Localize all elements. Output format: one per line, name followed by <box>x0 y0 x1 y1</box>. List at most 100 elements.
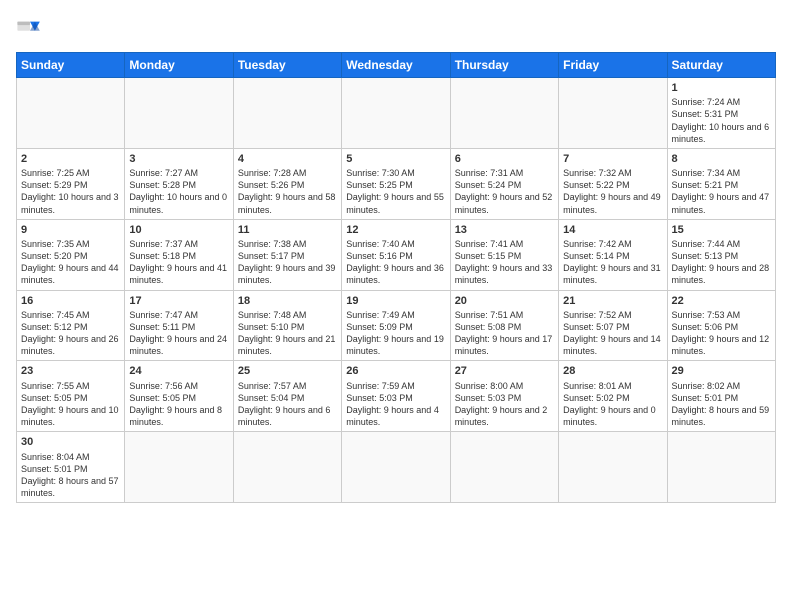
day-info: Sunrise: 7:49 AM Sunset: 5:09 PM Dayligh… <box>346 309 445 358</box>
day-cell <box>559 432 667 503</box>
day-number: 10 <box>129 223 228 237</box>
day-cell: 2Sunrise: 7:25 AM Sunset: 5:29 PM Daylig… <box>17 148 125 219</box>
logo <box>16 16 48 44</box>
logo-icon <box>16 16 44 44</box>
day-cell: 18Sunrise: 7:48 AM Sunset: 5:10 PM Dayli… <box>233 290 341 361</box>
day-number: 21 <box>563 294 662 308</box>
day-cell: 29 Sunrise: 8:02 AM Sunset: 5:01 PM Dayli… <box>667 361 775 432</box>
day-cell: 22Sunrise: 7:53 AM Sunset: 5:06 PM Dayli… <box>667 290 775 361</box>
day-number: 18 <box>238 294 337 308</box>
day-cell <box>342 78 450 149</box>
day-number: 3 <box>129 152 228 166</box>
day-cell <box>559 78 667 149</box>
day-cell <box>342 432 450 503</box>
weekday-friday: Friday <box>559 53 667 78</box>
day-cell: 8Sunrise: 7:34 AM Sunset: 5:21 PM Daylig… <box>667 148 775 219</box>
page: SundayMondayTuesdayWednesdayThursdayFrid… <box>0 0 792 612</box>
day-info: Sunrise: 7:34 AM Sunset: 5:21 PM Dayligh… <box>672 167 771 216</box>
day-cell: 24 Sunrise: 7:56 AM Sunset: 5:05 PM Dayli… <box>125 361 233 432</box>
day-number: 17 <box>129 294 228 308</box>
day-info: Sunrise: 7:47 AM Sunset: 5:11 PM Dayligh… <box>129 309 228 358</box>
day-cell <box>450 432 558 503</box>
day-number: 4 <box>238 152 337 166</box>
day-number: 24 <box>129 364 228 378</box>
day-number: 11 <box>238 223 337 237</box>
day-cell <box>450 78 558 149</box>
day-number: 5 <box>346 152 445 166</box>
day-info: Sunrise: 7:31 AM Sunset: 5:24 PM Dayligh… <box>455 167 554 216</box>
day-info: Sunrise: 7:44 AM Sunset: 5:13 PM Dayligh… <box>672 238 771 287</box>
day-number: 8 <box>672 152 771 166</box>
day-cell <box>17 78 125 149</box>
day-info: Sunrise: 7:52 AM Sunset: 5:07 PM Dayligh… <box>563 309 662 358</box>
day-number: 9 <box>21 223 120 237</box>
day-number: 7 <box>563 152 662 166</box>
day-info: Sunrise: 7:28 AM Sunset: 5:26 PM Dayligh… <box>238 167 337 216</box>
day-number: 26 <box>346 364 445 378</box>
day-info: Sunrise: 7:32 AM Sunset: 5:22 PM Dayligh… <box>563 167 662 216</box>
day-number: 1 <box>672 81 771 95</box>
week-row-1: 1Sunrise: 7:24 AM Sunset: 5:31 PM Daylig… <box>17 78 776 149</box>
day-number: 23 <box>21 364 120 378</box>
day-number: 27 <box>455 364 554 378</box>
weekday-sunday: Sunday <box>17 53 125 78</box>
day-number: 29 <box>672 364 771 378</box>
day-number: 13 <box>455 223 554 237</box>
day-number: 28 <box>563 364 662 378</box>
day-number: 22 <box>672 294 771 308</box>
day-cell: 10Sunrise: 7:37 AM Sunset: 5:18 PM Dayli… <box>125 219 233 290</box>
week-row-2: 2Sunrise: 7:25 AM Sunset: 5:29 PM Daylig… <box>17 148 776 219</box>
day-number: 2 <box>21 152 120 166</box>
day-number: 6 <box>455 152 554 166</box>
day-info: Sunrise: 7:55 AM Sunset: 5:05 PM Dayligh… <box>21 380 120 429</box>
day-cell: 3Sunrise: 7:27 AM Sunset: 5:28 PM Daylig… <box>125 148 233 219</box>
calendar: SundayMondayTuesdayWednesdayThursdayFrid… <box>16 52 776 503</box>
day-info: Sunrise: 8:01 AM Sunset: 5:02 PM Dayligh… <box>563 380 662 429</box>
day-info: Sunrise: 7:53 AM Sunset: 5:06 PM Dayligh… <box>672 309 771 358</box>
day-info: Sunrise: 7:41 AM Sunset: 5:15 PM Dayligh… <box>455 238 554 287</box>
day-info: Sunrise: 7:24 AM Sunset: 5:31 PM Dayligh… <box>672 96 771 145</box>
day-info: Sunrise: 7:38 AM Sunset: 5:17 PM Dayligh… <box>238 238 337 287</box>
week-row-5: 23 Sunrise: 7:55 AM Sunset: 5:05 PM Dayli… <box>17 361 776 432</box>
day-cell: 7Sunrise: 7:32 AM Sunset: 5:22 PM Daylig… <box>559 148 667 219</box>
day-number: 14 <box>563 223 662 237</box>
day-info: Sunrise: 7:56 AM Sunset: 5:05 PM Dayligh… <box>129 380 228 429</box>
day-cell: 20Sunrise: 7:51 AM Sunset: 5:08 PM Dayli… <box>450 290 558 361</box>
day-cell: 15Sunrise: 7:44 AM Sunset: 5:13 PM Dayli… <box>667 219 775 290</box>
day-cell: 6Sunrise: 7:31 AM Sunset: 5:24 PM Daylig… <box>450 148 558 219</box>
day-cell <box>125 432 233 503</box>
day-cell: 9Sunrise: 7:35 AM Sunset: 5:20 PM Daylig… <box>17 219 125 290</box>
day-info: Sunrise: 8:00 AM Sunset: 5:03 PM Dayligh… <box>455 380 554 429</box>
week-row-4: 16Sunrise: 7:45 AM Sunset: 5:12 PM Dayli… <box>17 290 776 361</box>
day-cell: 17Sunrise: 7:47 AM Sunset: 5:11 PM Dayli… <box>125 290 233 361</box>
day-info: Sunrise: 7:30 AM Sunset: 5:25 PM Dayligh… <box>346 167 445 216</box>
day-number: 20 <box>455 294 554 308</box>
day-cell: 19Sunrise: 7:49 AM Sunset: 5:09 PM Dayli… <box>342 290 450 361</box>
day-cell: 30Sunrise: 8:04 AM Sunset: 5:01 PM Dayli… <box>17 432 125 503</box>
day-number: 16 <box>21 294 120 308</box>
day-number: 25 <box>238 364 337 378</box>
day-info: Sunrise: 7:48 AM Sunset: 5:10 PM Dayligh… <box>238 309 337 358</box>
day-cell <box>125 78 233 149</box>
day-cell: 27 Sunrise: 8:00 AM Sunset: 5:03 PM Dayli… <box>450 361 558 432</box>
day-number: 30 <box>21 435 120 449</box>
day-cell <box>667 432 775 503</box>
day-cell: 23 Sunrise: 7:55 AM Sunset: 5:05 PM Dayli… <box>17 361 125 432</box>
day-cell <box>233 432 341 503</box>
day-cell: 28 Sunrise: 8:01 AM Sunset: 5:02 PM Dayli… <box>559 361 667 432</box>
day-info: Sunrise: 7:57 AM Sunset: 5:04 PM Dayligh… <box>238 380 337 429</box>
day-cell: 1Sunrise: 7:24 AM Sunset: 5:31 PM Daylig… <box>667 78 775 149</box>
day-cell: 25 Sunrise: 7:57 AM Sunset: 5:04 PM Dayli… <box>233 361 341 432</box>
day-info: Sunrise: 8:02 AM Sunset: 5:01 PM Dayligh… <box>672 380 771 429</box>
weekday-header-row: SundayMondayTuesdayWednesdayThursdayFrid… <box>17 53 776 78</box>
day-number: 19 <box>346 294 445 308</box>
weekday-saturday: Saturday <box>667 53 775 78</box>
weekday-thursday: Thursday <box>450 53 558 78</box>
weekday-tuesday: Tuesday <box>233 53 341 78</box>
day-cell: 4Sunrise: 7:28 AM Sunset: 5:26 PM Daylig… <box>233 148 341 219</box>
day-cell: 12Sunrise: 7:40 AM Sunset: 5:16 PM Dayli… <box>342 219 450 290</box>
day-cell: 13Sunrise: 7:41 AM Sunset: 5:15 PM Dayli… <box>450 219 558 290</box>
day-info: Sunrise: 7:51 AM Sunset: 5:08 PM Dayligh… <box>455 309 554 358</box>
header <box>16 16 776 44</box>
day-info: Sunrise: 7:25 AM Sunset: 5:29 PM Dayligh… <box>21 167 120 216</box>
